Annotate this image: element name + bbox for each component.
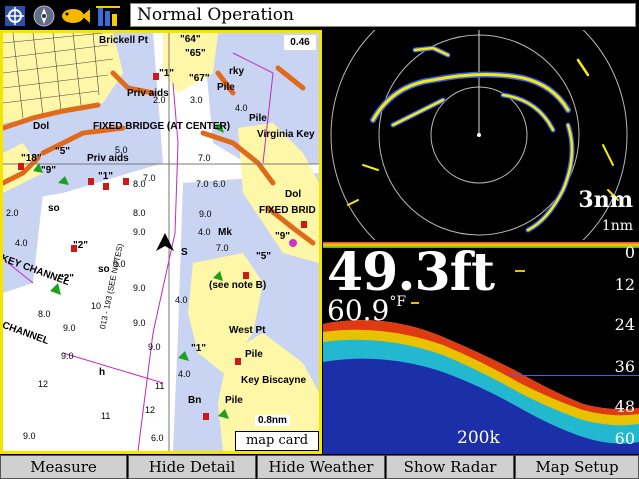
map-scale-label: 0.8nm: [255, 415, 290, 426]
fish-icon: [60, 5, 90, 27]
temp-unit: °F: [389, 294, 407, 310]
depth-scale-60: 60: [614, 429, 635, 448]
map-label-q64: "64": [180, 34, 201, 45]
depth-scale-12: 12: [614, 275, 635, 294]
gps-icon: [4, 5, 26, 27]
water-temperature: 60.9°F: [327, 294, 406, 327]
map-label-mk: Mk: [218, 227, 232, 238]
depth-scale-36: 36: [614, 357, 635, 376]
map-label-dol-1: Dol: [33, 121, 50, 132]
map-label-fixed-bridge-right: FIXED BRID: [259, 205, 316, 216]
map-card-label: map card: [235, 431, 319, 451]
map-label-west-pt: West Pt: [229, 325, 266, 336]
map-label-q9b: "9": [275, 231, 291, 242]
map-label-h: h: [99, 367, 106, 378]
hide-detail-button[interactable]: Hide Detail: [128, 455, 256, 479]
map-label-q65: "65": [185, 48, 206, 59]
map-label-see-note: (see note B): [209, 280, 267, 291]
map-label-dol-2: Dol: [285, 189, 302, 200]
map-label-key-biscayne: Key Biscayne: [241, 375, 307, 386]
map-label-pile-4: Pile: [225, 395, 243, 406]
radar-pane[interactable]: 3nm 1nm: [323, 30, 639, 240]
map-label-so-1: so: [48, 203, 60, 214]
radar-range-label: 3nm: [578, 187, 633, 213]
depth-scale-0: 0: [624, 243, 635, 262]
map-label-q9: "9": [41, 165, 57, 176]
map-label-q1c: "1": [191, 343, 207, 354]
compass-icon: [33, 5, 55, 27]
map-label-pile-2: Pile: [249, 113, 267, 124]
map-label-pile-1: Pile: [217, 82, 235, 93]
chart-map[interactable]: 0.46 Brickell Pt "64" "65" "67" "1" rky …: [0, 30, 322, 454]
hide-weather-button[interactable]: Hide Weather: [257, 455, 385, 479]
status-text: Normal Operation: [137, 5, 294, 25]
sonar-frequency: 200k: [457, 428, 500, 448]
map-label-q18: "18": [21, 153, 42, 164]
map-label-brickell: Brickell Pt: [99, 35, 148, 46]
map-label-q67: "67": [189, 73, 210, 84]
map-label-rky: rky: [229, 66, 245, 77]
depth-scale-24: 24: [614, 315, 635, 334]
status-box: Normal Operation: [130, 3, 636, 27]
map-label-q1b: "1": [98, 171, 114, 182]
sonar-pane[interactable]: 49.3ft 60.9°F 200k 0 12 24 36 48 60: [323, 242, 639, 454]
map-label-q5: "5": [55, 146, 71, 157]
map-label-q2a: "2": [73, 240, 89, 251]
map-label-so-2: so: [98, 264, 110, 275]
temp-value: 60.9: [327, 294, 390, 327]
zoom-level: 0.46: [284, 35, 316, 50]
map-label-q1a: "1": [159, 68, 175, 79]
map-label-s: S: [181, 247, 188, 258]
depth-scale-48: 48: [614, 397, 635, 416]
map-setup-button[interactable]: Map Setup: [515, 455, 639, 479]
top-status-bar: Normal Operation: [0, 0, 639, 30]
measure-button[interactable]: Measure: [0, 455, 127, 479]
map-label-pile-3: Pile: [245, 349, 263, 360]
map-label-bn: Bn: [188, 395, 202, 406]
softkey-bar: Measure Hide Detail Hide Weather Show Ra…: [0, 455, 639, 479]
battery-icon: [96, 5, 122, 27]
map-label-fixed-bridge-center: FIXED BRIDGE (AT CENTER): [93, 121, 231, 132]
show-radar-button[interactable]: Show Radar: [386, 455, 514, 479]
map-label-virginia-key: Virginia Key: [257, 129, 315, 140]
radar-ring-label: 1nm: [601, 218, 633, 234]
map-label-q5b: "5": [256, 251, 272, 262]
